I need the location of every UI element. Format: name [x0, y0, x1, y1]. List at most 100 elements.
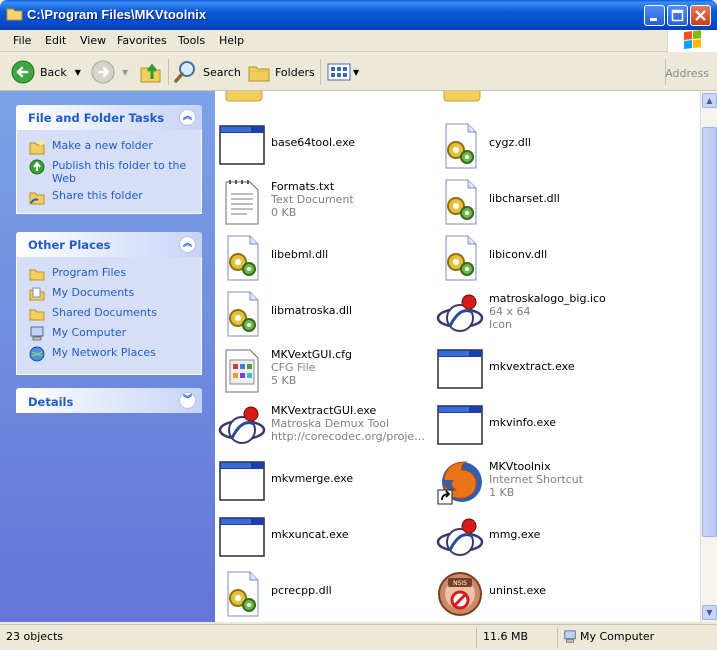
dll-gear-icon [436, 122, 484, 170]
file-type: CFG File [271, 361, 316, 374]
views-dropdown-icon[interactable]: ▼ [353, 68, 359, 77]
my-computer-link[interactable]: My Computer [29, 326, 195, 342]
other-places-panel: Other Places ︽ Program Files My Document… [16, 232, 202, 375]
menu-edit[interactable]: Edit [45, 34, 66, 47]
new-folder-icon [29, 140, 45, 155]
my-documents-icon [29, 287, 45, 301]
my-documents-label: My Documents [52, 286, 135, 299]
file-name: libiconv.dll [489, 248, 548, 261]
status-bar: 23 objects 11.6 MB My Computer [0, 624, 717, 650]
vertical-scrollbar[interactable]: ▲ ▼ [700, 91, 717, 622]
file-item[interactable]: pcrecpp.dll [218, 570, 433, 620]
file-detail: 5 KB [271, 374, 297, 387]
my-computer-icon [564, 630, 576, 643]
file-name: mkxuncat.exe [271, 528, 349, 541]
forward-dropdown-icon[interactable]: ▼ [122, 68, 128, 77]
folder-icon[interactable] [442, 91, 482, 105]
details-header[interactable]: Details ︾ [16, 388, 202, 413]
file-folder-tasks-header[interactable]: File and Folder Tasks ︽ [16, 105, 202, 130]
shared-documents-link[interactable]: Shared Documents [29, 306, 195, 322]
file-detail: 1 KB [489, 486, 515, 499]
file-item[interactable]: base64tool.exe [218, 122, 433, 172]
object-count: 23 objects [6, 630, 64, 643]
minimize-button[interactable] [644, 5, 665, 26]
menu-bar: File Edit View Favorites Tools Help [0, 30, 717, 52]
menu-favorites[interactable]: Favorites [117, 34, 167, 47]
file-item[interactable]: mkxuncat.exe [218, 514, 433, 564]
file-item[interactable]: mmg.exe [436, 514, 651, 564]
file-item[interactable]: libiconv.dll [436, 234, 651, 284]
my-computer-icon [30, 326, 44, 341]
file-item[interactable]: MKVextractGUI.exe Matroska Demux Tool http… [218, 402, 433, 452]
views-button[interactable]: ▼ [327, 58, 359, 86]
forward-arrow-icon [91, 60, 115, 84]
my-network-places-link[interactable]: My Network Places [29, 346, 195, 362]
network-places-icon [29, 346, 45, 362]
menu-tools[interactable]: Tools [178, 34, 205, 47]
file-name: base64tool.exe [271, 136, 356, 149]
search-button[interactable]: Search [174, 58, 241, 86]
publish-web-link[interactable]: Publish this folder to the Web [29, 159, 195, 185]
folders-label: Folders [275, 65, 315, 79]
make-new-folder-link[interactable]: Make a new folder [29, 139, 195, 155]
file-detail: http://corecodec.org/projects... [271, 430, 431, 443]
file-name: MKVextGUI.cfg [271, 348, 352, 361]
up-folder-button[interactable] [139, 58, 163, 86]
folder-icon [29, 269, 45, 281]
file-type: Internet Shortcut [489, 473, 584, 486]
forward-button[interactable]: ▼ [90, 58, 128, 86]
folder-icon[interactable] [224, 91, 264, 105]
program-files-link[interactable]: Program Files [29, 266, 195, 282]
menu-view[interactable]: View [80, 34, 106, 47]
up-folder-icon [140, 63, 161, 83]
my-documents-link[interactable]: My Documents [29, 286, 195, 302]
file-item[interactable]: matroskalogo_big.ico 64 x 64 Icon [436, 290, 651, 340]
file-item[interactable]: mkvinfo.exe [436, 402, 651, 452]
file-item[interactable]: libebml.dll [218, 234, 433, 284]
panel-title: Details [28, 395, 74, 409]
menu-file[interactable]: File [13, 34, 31, 47]
file-name: libebml.dll [271, 248, 329, 261]
other-places-header[interactable]: Other Places ︽ [16, 232, 202, 257]
file-item[interactable]: libcharset.dll [436, 178, 651, 228]
scroll-down-button[interactable]: ▼ [702, 605, 717, 620]
file-type: 64 x 64 [489, 305, 531, 318]
back-button[interactable]: Back ▼ [10, 58, 81, 86]
title-bar[interactable]: C:\Program Files\MKVtoolnix [0, 0, 717, 30]
file-list: base64tool.exe cygz.dll Formats.txt Text Do… [215, 91, 700, 622]
file-name: mkvinfo.exe [489, 416, 557, 429]
file-item[interactable]: cygz.dll [436, 122, 651, 172]
details-panel: Details ︾ [16, 388, 202, 413]
menu-help[interactable]: Help [219, 34, 244, 47]
dll-gear-icon [436, 234, 484, 282]
folders-icon [248, 66, 270, 82]
text-document-icon [218, 178, 266, 226]
toolbar: Back ▼ ▼ Search Folders ▼ Address [0, 53, 717, 91]
file-item[interactable]: libmatroska.dll [218, 290, 433, 340]
scroll-up-button[interactable]: ▲ [702, 93, 717, 108]
close-button[interactable] [690, 5, 711, 26]
dll-gear-icon [218, 570, 266, 618]
share-folder-icon [29, 192, 45, 205]
collapse-chevron-icon[interactable]: ︽ [179, 109, 196, 126]
file-item[interactable]: Formats.txt Text Document 0 KB [218, 178, 433, 228]
file-item[interactable]: MKVtoolnix Internet Shortcut 1 KB [436, 458, 651, 508]
expand-chevron-icon[interactable]: ︾ [179, 392, 196, 409]
file-item[interactable]: mkvmerge.exe [218, 458, 433, 508]
scroll-thumb[interactable] [702, 127, 717, 537]
share-folder-label: Share this folder [52, 189, 143, 202]
file-name: cygz.dll [489, 136, 531, 149]
folders-button[interactable]: Folders [247, 58, 315, 86]
publish-web-icon [29, 159, 45, 175]
file-item[interactable]: NSIS uninst.exe [436, 570, 651, 620]
file-name: libmatroska.dll [271, 304, 353, 317]
back-dropdown-icon[interactable]: ▼ [75, 68, 81, 77]
collapse-chevron-icon[interactable]: ︽ [179, 236, 196, 253]
share-folder-link[interactable]: Share this folder [29, 189, 195, 205]
file-name: matroskalogo_big.ico [489, 292, 606, 305]
file-item[interactable]: MKVextGUI.cfg CFG File 5 KB [218, 346, 433, 396]
panel-title: File and Folder Tasks [28, 111, 165, 125]
file-item[interactable]: mkvextract.exe [436, 346, 651, 396]
panel-title: Other Places [28, 238, 111, 252]
maximize-button[interactable] [667, 5, 688, 26]
